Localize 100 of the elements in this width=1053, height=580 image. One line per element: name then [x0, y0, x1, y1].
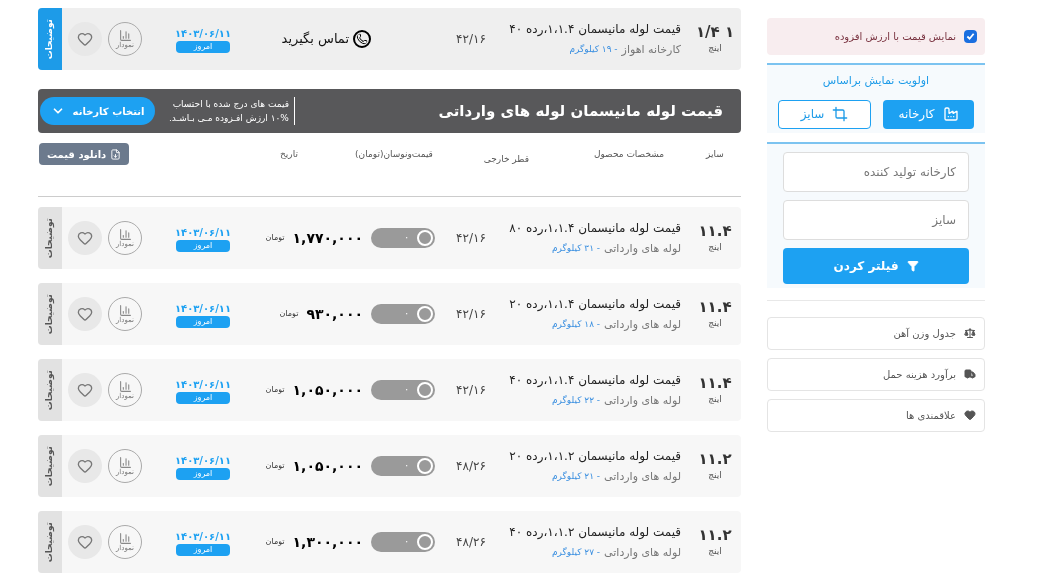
description-tab[interactable]: توضیحات [38, 283, 62, 345]
price-value: ۱,۷۷۰,۰۰۰ [292, 228, 363, 248]
bar-chart-icon [118, 304, 132, 317]
toggle-label: ۰ [403, 459, 410, 473]
download-price-button[interactable]: دانلود قیمت [39, 143, 130, 165]
date-text: ۱۴۰۳/۰۶/۱۱ [174, 453, 232, 468]
currency-label: تومان [265, 460, 285, 472]
filter-field[interactable]: کارخانه تولید کننده [783, 151, 969, 192]
price-toggle[interactable]: ۰ [371, 532, 435, 552]
favorite-button[interactable] [68, 297, 102, 331]
toggle-label: ۰ [403, 231, 410, 245]
currency-label: تومان [265, 232, 285, 244]
product-title[interactable]: قیمت لوله مانیسمان ۱،۱.۴،رده ۴۰ [509, 19, 681, 38]
description-tab[interactable]: توضیحات [38, 207, 62, 269]
description-tab[interactable]: توضیحات [38, 359, 62, 421]
favorite-button[interactable] [68, 22, 102, 56]
description-tab[interactable]: توضیحات [38, 8, 62, 70]
product-weight: - ۱۹ کیلوگرم [569, 43, 618, 57]
product-source: لوله های وارداتی [604, 240, 681, 257]
today-badge: امروز [176, 543, 230, 556]
size-value: ۱ ۱/۴ [695, 22, 735, 42]
price-value: ۱,۰۵۰,۰۰۰ [292, 380, 363, 400]
price-toggle[interactable]: ۰ [371, 380, 435, 400]
price-toggle[interactable]: ۰ [371, 228, 435, 248]
size-value: ۱۱.۲ [698, 449, 732, 469]
favorite-button[interactable] [68, 525, 102, 559]
column-header: تاریخ [279, 148, 299, 161]
column-header: مشخصات محصول [592, 148, 666, 161]
heart-icon [77, 31, 93, 47]
product-weight: - ۲۲ کیلوگرم [552, 394, 601, 408]
priority-option[interactable]: سایز [778, 99, 871, 129]
date-text: ۱۴۰۳/۰۶/۱۱ [174, 301, 232, 316]
filter-field[interactable]: سایز [783, 199, 969, 240]
size-value: ۱۱.۴ [698, 297, 732, 317]
diameter-value: ۴۲/۱۶ [456, 306, 486, 323]
checkbox-label: نمایش قیمت با ارزش افزوده [834, 30, 956, 44]
today-badge: امروز [176, 467, 230, 480]
diameter-value: ۴۸/۲۶ [456, 534, 486, 551]
diameter-value: ۴۲/۱۶ [456, 230, 486, 247]
price-value: ۹۳۰,۰۰۰ [306, 304, 363, 324]
description-tab[interactable]: توضیحات [38, 435, 62, 497]
product-source: لوله های وارداتی [604, 468, 681, 485]
price-toggle[interactable]: ۰ [371, 456, 435, 476]
currency-label: تومان [265, 384, 285, 396]
file-download-icon [110, 148, 122, 160]
vat-checkbox-card[interactable]: نمایش قیمت با ارزش افزوده [767, 18, 985, 55]
toggle-label: ۰ [403, 535, 410, 549]
priority-title: اولویت نمایش براساس [822, 73, 930, 89]
heart-icon [964, 409, 976, 421]
bar-chart-icon [118, 380, 132, 393]
product-title[interactable]: قیمت لوله مانیسمان ۱،۱.۴،رده ۸۰ [509, 218, 681, 237]
size-unit: اینچ [708, 240, 722, 254]
product-weight: - ۱۸ کیلوگرم [552, 318, 601, 332]
description-tab[interactable]: توضیحات [38, 511, 62, 573]
factory-select-button[interactable]: انتخاب کارخانه [40, 97, 155, 125]
contact-text[interactable]: تماس بگیرید [281, 29, 349, 49]
toggle-label: ۰ [403, 307, 410, 321]
date-text: ۱۴۰۳/۰۶/۱۱ [174, 529, 232, 544]
price-value: ۱,۳۰۰,۰۰۰ [292, 532, 363, 552]
vat-notice: ۱۰% ارزش افـزوده مـی بـاشـد. [169, 112, 289, 125]
heart-icon [77, 306, 93, 322]
factory-icon [942, 106, 959, 122]
priority-option[interactable]: کارخانه [883, 99, 974, 129]
bar-chart-icon [118, 456, 132, 469]
section-title: قیمت لوله مانیسمان لوله های وارداتی [438, 100, 723, 122]
sidebar-link[interactable]: علاقمندی ها [767, 398, 985, 432]
favorite-button[interactable] [68, 449, 102, 483]
product-title[interactable]: قیمت لوله مانیسمان ۱،۱.۲،رده ۲۰ [509, 446, 681, 465]
heart-icon [77, 458, 93, 474]
today-badge: امروز [176, 391, 230, 404]
diameter-value: ۴۲/۱۶ [456, 31, 486, 48]
diameter-value: ۴۲/۱۶ [456, 382, 486, 399]
product-source: لوله های وارداتی [604, 544, 681, 561]
size-value: ۱۱.۴ [698, 373, 732, 393]
today-badge: امروز [176, 315, 230, 328]
product-weight: - ۲۱ کیلوگرم [552, 470, 601, 484]
product-title[interactable]: قیمت لوله مانیسمان ۱،۱.۴،رده ۴۰ [509, 370, 681, 389]
product-title[interactable]: قیمت لوله مانیسمان ۱،۱.۴،رده ۲۰ [509, 294, 681, 313]
sidebar-link[interactable]: جدول وزن آهن [767, 316, 985, 350]
column-header: قطر خارجی [482, 153, 530, 166]
favorite-button[interactable] [68, 221, 102, 255]
checkbox[interactable] [964, 30, 977, 43]
bar-chart-icon [118, 228, 132, 241]
column-header: قیمت‌ونوسان(تومان) [354, 148, 434, 161]
size-unit: اینچ [708, 544, 722, 558]
heart-icon [77, 382, 93, 398]
bar-chart-icon [118, 29, 132, 42]
favorite-button[interactable] [68, 373, 102, 407]
product-title[interactable]: قیمت لوله مانیسمان ۱،۱.۲،رده ۴۰ [509, 522, 681, 541]
filter-button[interactable]: فیلتر کردن [783, 247, 969, 284]
sidebar-link[interactable]: برآورد هزینه حمل [767, 357, 985, 391]
price-value: ۱,۰۵۰,۰۰۰ [292, 456, 363, 476]
today-badge: امروز [176, 40, 230, 53]
heart-icon [77, 534, 93, 550]
diameter-value: ۴۸/۲۶ [456, 458, 486, 475]
size-unit: اینچ [708, 468, 722, 482]
product-source: لوله های وارداتی [604, 316, 681, 333]
vat-notice: قیمت های درج شده با احتساب [171, 98, 289, 111]
size-value: ۱۱.۲ [698, 525, 732, 545]
price-toggle[interactable]: ۰ [371, 304, 435, 324]
